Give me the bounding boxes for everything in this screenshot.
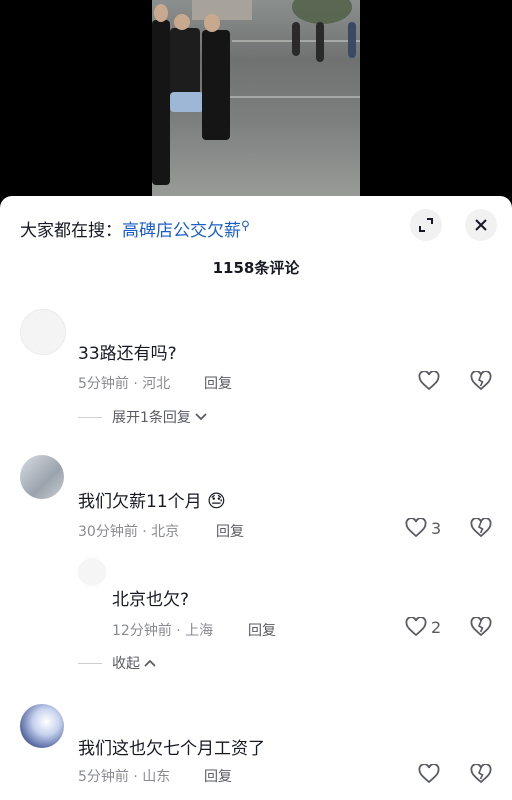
dislike-button[interactable] xyxy=(470,763,492,788)
reply-meta: 12分钟前 · 上海 xyxy=(112,623,214,639)
chevron-up-icon xyxy=(144,659,156,667)
reply-button[interactable]: 回复 xyxy=(204,766,232,786)
heart-icon xyxy=(405,518,427,538)
comment-count: 1158条评论 xyxy=(212,259,300,277)
broken-heart-icon xyxy=(470,616,492,637)
comment-meta: 5分钟前 · 河北 xyxy=(78,376,171,392)
close-button[interactable] xyxy=(465,209,497,241)
heart-icon xyxy=(418,371,440,391)
reply-text: 北京也欠? xyxy=(112,590,190,610)
comment-text-body: 我们欠薪11个月 xyxy=(78,492,202,512)
comment-sheet: 大家都在搜：高碑店公交欠薪⚲ 1158条评论 33路还有吗? 5分钟前 · 河北… xyxy=(0,196,512,800)
like-button[interactable]: 2 xyxy=(405,617,441,637)
emoji: 😓 xyxy=(207,491,226,512)
collapse-replies-button[interactable]: 收起 xyxy=(78,653,156,673)
search-icon: ⚲ xyxy=(241,218,250,233)
reply-avatar[interactable] xyxy=(78,558,106,586)
dislike-button[interactable] xyxy=(470,370,492,395)
broken-heart-icon xyxy=(470,370,492,391)
expand-icon xyxy=(419,218,433,232)
comment-text: 我们这也欠七个月工资了 xyxy=(78,739,265,759)
avatar[interactable] xyxy=(20,309,66,355)
avatar[interactable] xyxy=(20,704,64,748)
like-button[interactable]: 3 xyxy=(405,518,441,538)
like-count: 3 xyxy=(431,518,442,538)
search-suggestion[interactable]: 大家都在搜：高碑店公交欠薪⚲ xyxy=(20,216,250,241)
reply-button[interactable]: 回复 xyxy=(248,620,276,640)
video-frame xyxy=(152,0,360,200)
username[interactable] xyxy=(78,312,82,326)
comment-text: 我们欠薪11个月 😓 xyxy=(78,487,226,512)
like-button[interactable] xyxy=(418,371,440,391)
username[interactable] xyxy=(78,707,82,721)
expand-replies-button[interactable]: 展开1条回复 xyxy=(78,407,207,427)
reply-button[interactable]: 回复 xyxy=(216,521,244,541)
avatar[interactable] xyxy=(20,455,64,499)
like-count: 2 xyxy=(431,617,442,637)
reply-button[interactable]: 回复 xyxy=(204,373,232,393)
heart-icon xyxy=(405,617,427,637)
video-player[interactable] xyxy=(0,0,512,200)
broken-heart-icon xyxy=(470,763,492,784)
comment-text: 33路还有吗? xyxy=(78,344,177,364)
search-keyword[interactable]: 高碑店公交欠薪 xyxy=(122,221,241,241)
expand-button[interactable] xyxy=(410,209,442,241)
dislike-button[interactable] xyxy=(470,517,492,542)
username[interactable] xyxy=(78,458,82,472)
heart-icon xyxy=(418,764,440,784)
broken-heart-icon xyxy=(470,517,492,538)
expand-replies-label: 展开1条回复 xyxy=(112,410,191,426)
dislike-button[interactable] xyxy=(470,616,492,641)
comment-meta: 5分钟前 · 山东 xyxy=(78,769,171,785)
chevron-down-icon xyxy=(195,413,207,421)
comment-meta: 30分钟前 · 北京 xyxy=(78,524,180,540)
search-prefix: 大家都在搜： xyxy=(20,221,122,241)
like-button[interactable] xyxy=(418,764,440,784)
close-icon xyxy=(475,219,487,231)
collapse-replies-label: 收起 xyxy=(112,656,140,672)
